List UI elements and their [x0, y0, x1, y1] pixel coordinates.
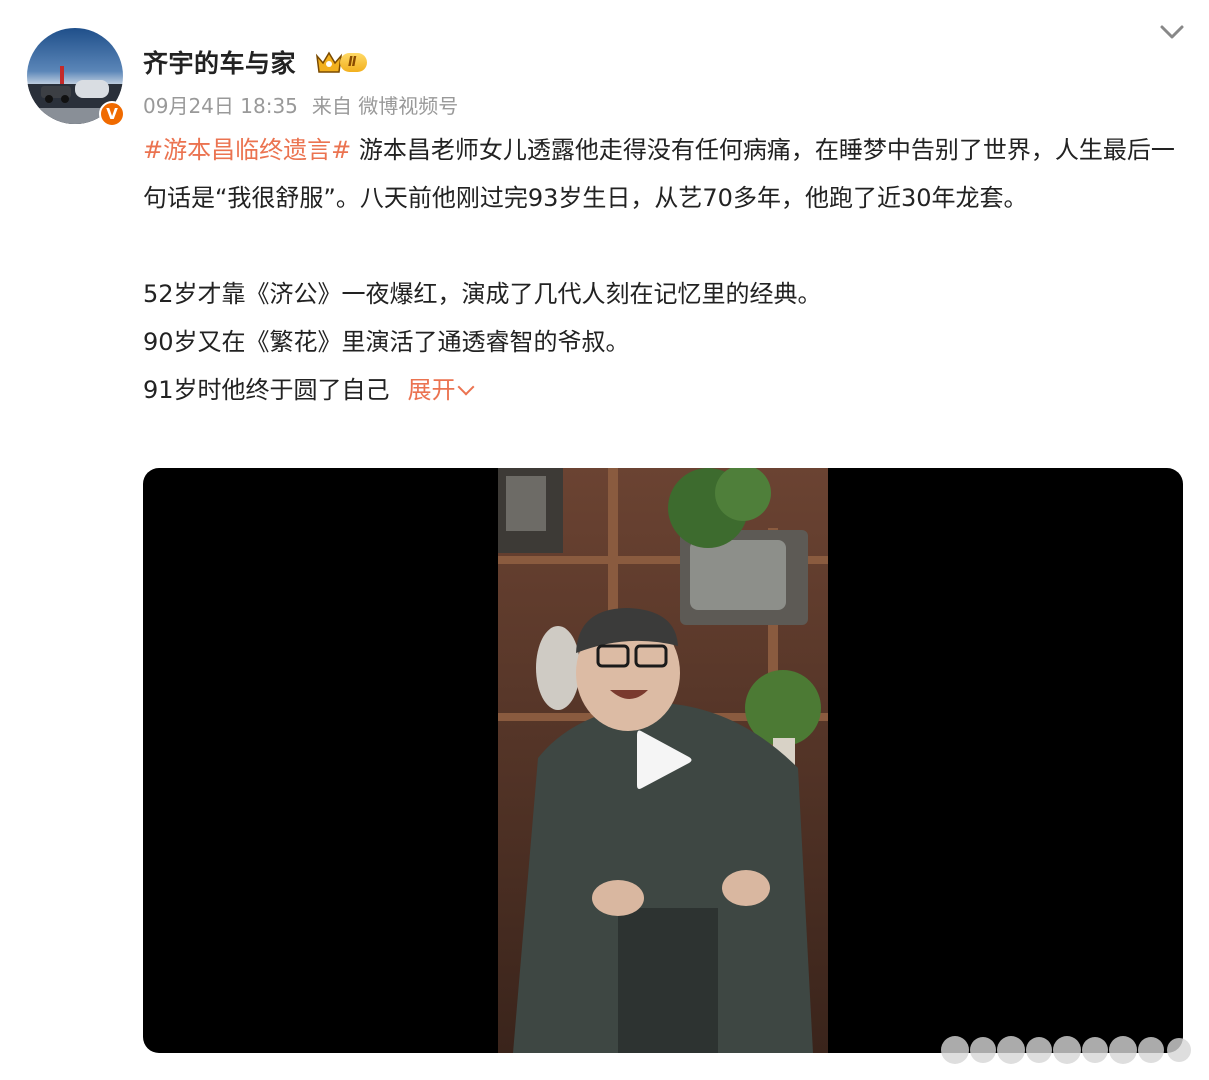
watermark: [941, 1036, 1191, 1064]
post-source[interactable]: 来自 微博视频号: [312, 94, 458, 118]
video-player[interactable]: [143, 468, 1183, 1053]
chevron-down-icon[interactable]: [1158, 20, 1186, 44]
expand-button[interactable]: 展开: [407, 376, 475, 404]
paragraph-4-text: 91岁时他终于圆了自己: [143, 376, 390, 404]
hashtag-link[interactable]: #游本昌临终遗言#: [143, 136, 351, 164]
post-time: 09月24日 18:35: [143, 94, 298, 118]
verified-badge: V: [99, 101, 125, 127]
paragraph-2: 52岁才靠《济公》一夜爆红，演成了几代人刻在记忆里的经典。: [143, 280, 822, 308]
post-meta: 09月24日 18:35 来自 微博视频号: [143, 90, 472, 119]
paragraph-4: 91岁时他终于圆了自己 展开: [143, 366, 1188, 414]
play-icon[interactable]: [633, 725, 695, 795]
author-name[interactable]: 齐宇的车与家: [143, 44, 296, 80]
post-content: #游本昌临终遗言# 游本昌老师女儿透露他走得没有任何病痛，在睡梦中告别了世界，人…: [143, 126, 1188, 414]
vip-badge[interactable]: Ⅱ: [314, 47, 367, 77]
author-row: 齐宇的车与家 Ⅱ: [143, 44, 367, 80]
paragraph-3: 90岁又在《繁花》里演活了通透睿智的爷叔。: [143, 328, 630, 356]
expand-caret-icon: [457, 378, 475, 396]
paragraph-1: #游本昌临终遗言# 游本昌老师女儿透露他走得没有任何病痛，在睡梦中告别了世界，人…: [143, 126, 1188, 222]
vip-level: Ⅱ: [340, 52, 367, 72]
expand-label: 展开: [407, 376, 456, 404]
